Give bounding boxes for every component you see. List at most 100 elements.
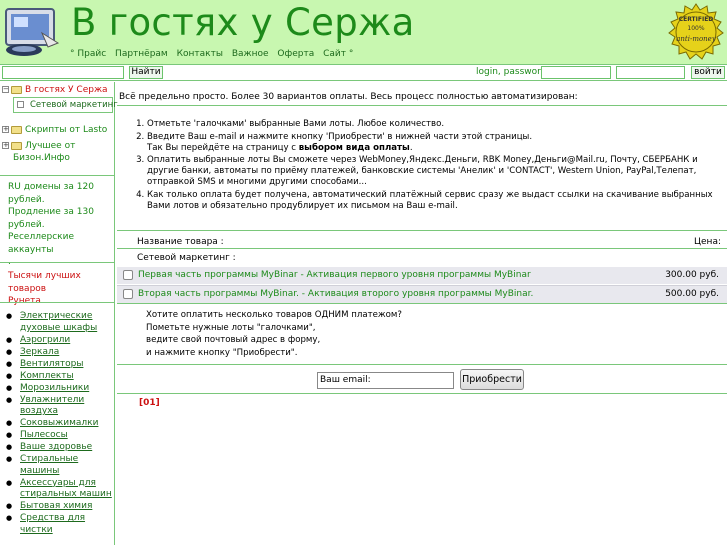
promo-line[interactable]: RU домены за 120 bbox=[8, 181, 114, 194]
category-item[interactable]: Комплекты bbox=[6, 371, 114, 383]
password-field[interactable] bbox=[616, 66, 685, 79]
step-emphasis: выбором вида оплаты bbox=[298, 142, 410, 153]
category-item[interactable]: Вентиляторы bbox=[6, 359, 114, 371]
step-text: . bbox=[409, 142, 413, 153]
product-row: Первая часть программы MyBinar - Активац… bbox=[117, 267, 727, 284]
nav-link-contacts[interactable]: Контакты bbox=[177, 49, 223, 59]
step-text: Так Вы перейдёте на страницу с bbox=[147, 142, 299, 153]
intro-text: Всё предельно просто. Более 30 вариантов… bbox=[119, 92, 578, 102]
product-price: 500.00 руб. bbox=[665, 289, 719, 299]
login-field[interactable] bbox=[541, 66, 611, 79]
seal-line-1: CERTIFIED bbox=[679, 16, 714, 23]
divider bbox=[117, 230, 727, 231]
top-products-line[interactable]: Тысячи лучших товаров bbox=[8, 270, 114, 295]
divider bbox=[117, 303, 727, 304]
computer-logo-icon[interactable] bbox=[2, 3, 60, 59]
promo-line[interactable]: Продление за 130 bbox=[8, 206, 114, 219]
category-item[interactable]: Электрические духовые шкафы bbox=[6, 311, 114, 334]
tree-item-label: В гостях У Сержа bbox=[25, 85, 108, 95]
search-button[interactable]: Найти bbox=[129, 66, 163, 79]
divider bbox=[0, 302, 115, 303]
collapse-icon[interactable]: − bbox=[2, 86, 9, 93]
group-label: Сетевой маркетинг : bbox=[137, 253, 236, 263]
divider bbox=[117, 105, 727, 106]
product-checkbox[interactable] bbox=[123, 270, 133, 280]
nav-link-offer[interactable]: Оферта bbox=[277, 49, 314, 59]
nav-link-partners[interactable]: Партнёрам bbox=[115, 49, 168, 59]
category-item[interactable]: Пылесосы bbox=[6, 430, 114, 442]
category-list: Электрические духовые шкафы Аэрогрили Зе… bbox=[6, 311, 114, 537]
site-title: В гостях у Сержа bbox=[71, 1, 415, 44]
expand-icon[interactable]: + bbox=[2, 126, 9, 133]
category-item[interactable]: Стиральные машины bbox=[6, 454, 114, 477]
login-label: login, password: bbox=[476, 67, 550, 77]
nav-link-important[interactable]: Важное bbox=[232, 49, 269, 59]
folder-icon bbox=[11, 85, 22, 94]
tree-item-label: Лучшее от bbox=[25, 141, 76, 151]
folder-icon bbox=[11, 125, 22, 134]
tree-item-bizon[interactable]: + Лучшее от bbox=[2, 141, 75, 152]
top-nav: ° Прайс Партнёрам Контакты Важное Оферта… bbox=[70, 49, 353, 59]
nav-link-site[interactable]: Сайт bbox=[323, 49, 346, 59]
tree-item-scripts[interactable]: + Скрипты от Lasto bbox=[2, 125, 107, 136]
divider bbox=[117, 364, 727, 365]
buy-button[interactable]: Приобрести bbox=[460, 369, 524, 390]
nav-link-price[interactable]: Прайс bbox=[77, 49, 106, 59]
step-item: Оплатить выбранные лоты Вы сможете через… bbox=[147, 155, 722, 188]
step-item: Как только оплата будет получена, автома… bbox=[147, 190, 722, 212]
product-price: 300.00 руб. bbox=[665, 270, 719, 280]
step-text: Введите Ваш e-mail и нажмите кнопку 'При… bbox=[147, 131, 533, 142]
email-input[interactable]: Ваш email: bbox=[317, 372, 454, 389]
product-name-link[interactable]: Первая часть программы MyBinar - Активац… bbox=[138, 270, 531, 280]
multi-pay-hint: Хотите оплатить несколько товаров ОДНИМ … bbox=[146, 309, 402, 359]
hint-line: ведите свой почтовый адрес в форму, bbox=[146, 335, 321, 345]
category-item[interactable]: Бытовая химия bbox=[6, 501, 114, 513]
expand-icon[interactable]: + bbox=[2, 142, 9, 149]
divider bbox=[117, 393, 727, 394]
promo-links[interactable]: RU домены за 120 рублей. Продление за 13… bbox=[8, 181, 114, 269]
hint-line: Хотите оплатить несколько товаров ОДНИМ … bbox=[146, 310, 402, 320]
category-item[interactable]: Аксессуары для стиральных машин bbox=[6, 478, 114, 501]
page-code: [01] bbox=[139, 398, 160, 408]
search-input[interactable] bbox=[2, 66, 124, 79]
nav-bullet-icon: ° bbox=[348, 49, 354, 59]
divider bbox=[117, 248, 727, 249]
promo-line[interactable]: рублей. bbox=[8, 194, 114, 207]
hint-line: Пометьте нужные лоты "галочками", bbox=[146, 322, 316, 333]
category-item[interactable]: Средства для чистки bbox=[6, 513, 114, 536]
category-item[interactable]: Увлажнители воздуха bbox=[6, 395, 114, 418]
category-item[interactable]: Морозильники bbox=[6, 383, 114, 395]
category-item[interactable]: Соковыжималки bbox=[6, 418, 114, 430]
divider bbox=[0, 262, 115, 263]
login-button[interactable]: войти bbox=[691, 66, 725, 79]
category-item[interactable]: Аэрогрили bbox=[6, 335, 114, 347]
column-header-price: Цена: bbox=[694, 237, 721, 247]
category-item[interactable]: Зеркала bbox=[6, 347, 114, 359]
page-icon bbox=[17, 101, 24, 108]
product-row: Вторая часть программы MyBinar. - Актива… bbox=[117, 286, 727, 303]
hint-line: и нажмите кнопку "Приобрести". bbox=[146, 347, 298, 358]
category-item[interactable]: Ваше здоровье bbox=[6, 442, 114, 454]
folder-icon bbox=[11, 141, 22, 150]
product-name-link[interactable]: Вторая часть программы MyBinar. - Актива… bbox=[138, 289, 533, 299]
promo-line[interactable]: рублей. bbox=[8, 219, 114, 232]
tree-item-home[interactable]: − В гостях У Сержа bbox=[2, 85, 108, 96]
sidebar: − В гостях У Сержа Сетевой маркетинг + Скр… bbox=[0, 82, 118, 545]
tree-item-label: Сетевой маркетинг bbox=[30, 100, 118, 110]
promo-line[interactable]: Реселлерские аккаунты bbox=[8, 231, 114, 256]
tree-item-label: Скрипты от Lasto bbox=[25, 125, 108, 135]
step-item: Отметьте 'галочками' выбранные Вами лоты… bbox=[147, 119, 722, 130]
tree-item-selected[interactable]: Сетевой маркетинг bbox=[13, 97, 118, 113]
step-item: Введите Ваш e-mail и нажмите кнопку 'При… bbox=[147, 132, 722, 154]
divider bbox=[0, 175, 115, 176]
site-header: В гостях у Сержа ° Прайс Партнёрам Конта… bbox=[0, 0, 727, 64]
seal-line-2: 100% bbox=[687, 25, 704, 32]
search-login-bar: Найти login, password: войти bbox=[0, 64, 727, 81]
column-header-name: Название товара : bbox=[137, 237, 224, 247]
product-checkbox[interactable] bbox=[123, 289, 133, 299]
steps-list: Отметьте 'галочками' выбранные Вами лоты… bbox=[134, 119, 722, 213]
certified-seal-icon: CERTIFIED 100% anti-money bbox=[668, 3, 724, 60]
main-content: Всё предельно просто. Более 30 вариантов… bbox=[117, 82, 727, 545]
tree-item-label-cont: Бизон.Инфо bbox=[13, 153, 70, 163]
seal-line-3: anti-money bbox=[676, 35, 717, 43]
